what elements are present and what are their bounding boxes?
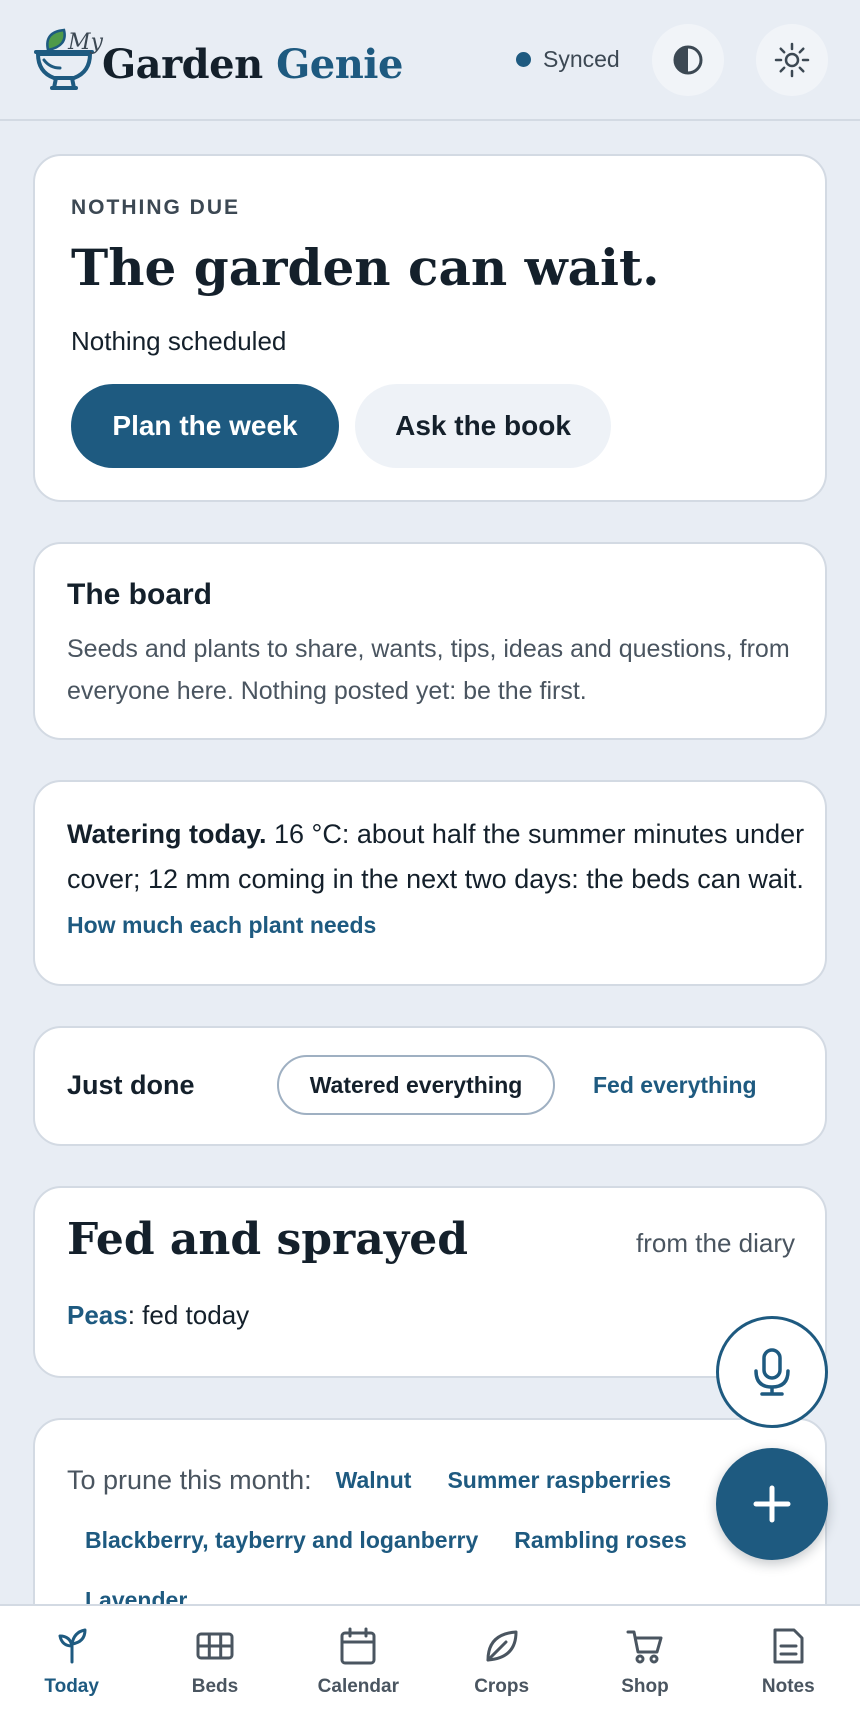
- app-header: My Garden Genie Synced: [0, 0, 860, 121]
- crop-link-peas[interactable]: Peas: [67, 1300, 128, 1330]
- nav-item-today[interactable]: Today: [0, 1606, 143, 1720]
- sync-dot-icon: [516, 52, 531, 67]
- sprout-icon: [58, 1628, 87, 1664]
- brightness-settings-button[interactable]: [756, 24, 828, 96]
- prune-label: To prune this month:: [67, 1464, 312, 1495]
- app-logo[interactable]: My Garden Genie: [34, 28, 403, 92]
- diary-entry: Peas: fed today: [67, 1300, 249, 1331]
- sync-status: Synced: [516, 46, 620, 73]
- nav-label: Beds: [191, 1676, 239, 1697]
- fed-sprayed-card: Fed and sprayed from the diary Peas: fed…: [33, 1186, 827, 1378]
- nav-label: Shop: [621, 1676, 669, 1697]
- nav-item-notes[interactable]: Notes: [717, 1606, 860, 1720]
- board-description: Seeds and plants to share, wants, tips, …: [67, 635, 790, 705]
- diary-source-label: from the diary: [636, 1228, 795, 1258]
- prune-item[interactable]: Summer raspberries: [429, 1467, 689, 1494]
- watering-lead: Watering today.: [67, 819, 267, 849]
- nav-label: Notes: [761, 1676, 815, 1697]
- just-done-card: Just done Watered everything Fed everyth…: [33, 1026, 827, 1146]
- logo-word-garden: Garden: [102, 41, 263, 88]
- sync-status-label: Synced: [543, 46, 620, 72]
- calendar-icon: [340, 1627, 376, 1665]
- plan-the-week-button[interactable]: Plan the week: [71, 384, 339, 468]
- board-title: The board: [67, 578, 213, 611]
- ask-the-book-button[interactable]: Ask the book: [355, 384, 611, 468]
- add-entry-button[interactable]: [716, 1448, 828, 1560]
- watered-everything-button[interactable]: Watered everything: [277, 1055, 555, 1115]
- diary-entry-text: : fed today: [127, 1300, 250, 1330]
- watering-text: Watering today. 16 °C: about half the su…: [67, 812, 807, 948]
- bottom-navigation: Today Beds Calendar Crops Shop Notes: [0, 1604, 860, 1720]
- today-summary-card: NOTHING DUE The garden can wait. Nothing…: [33, 154, 827, 502]
- just-done-label: Just done: [67, 1070, 195, 1100]
- prune-list: To prune this month: Walnut Summer raspb…: [67, 1450, 827, 1630]
- nav-label: Crops: [474, 1676, 530, 1697]
- note-icon: [773, 1628, 804, 1664]
- prune-item[interactable]: Rambling roses: [496, 1527, 705, 1554]
- due-status-kicker: NOTHING DUE: [71, 196, 240, 219]
- plus-icon: [753, 1485, 791, 1523]
- voice-note-button[interactable]: [716, 1316, 828, 1428]
- logo-my-text: My: [68, 30, 103, 55]
- microphone-icon: [754, 1348, 790, 1396]
- app-title: Garden Genie: [102, 41, 403, 88]
- hero-title: The garden can wait.: [71, 238, 660, 297]
- hero-subtitle: Nothing scheduled: [71, 326, 287, 356]
- prune-item[interactable]: Walnut: [336, 1467, 430, 1494]
- contrast-toggle-button[interactable]: [652, 24, 724, 96]
- sun-icon: [774, 42, 810, 78]
- leaf-icon: [486, 1630, 518, 1662]
- nav-item-calendar[interactable]: Calendar: [287, 1606, 430, 1720]
- grid-icon: [196, 1632, 234, 1660]
- watering-card: Watering today. 16 °C: about half the su…: [33, 780, 827, 986]
- nav-item-crops[interactable]: Crops: [430, 1606, 573, 1720]
- cart-icon: [626, 1630, 663, 1664]
- nav-label: Calendar: [317, 1676, 399, 1697]
- board-card[interactable]: The board Seeds and plants to share, wan…: [33, 542, 827, 740]
- contrast-icon: [673, 45, 703, 75]
- nav-item-beds[interactable]: Beds: [143, 1606, 286, 1720]
- watering-needs-link[interactable]: How much each plant needs: [67, 912, 376, 938]
- nav-item-shop[interactable]: Shop: [573, 1606, 716, 1720]
- fed-everything-button[interactable]: Fed everything: [593, 1072, 757, 1099]
- fed-sprayed-title: Fed and sprayed: [67, 1214, 469, 1265]
- nav-label: Today: [44, 1676, 99, 1697]
- logo-word-genie: Genie: [276, 41, 403, 88]
- prune-item[interactable]: Blackberry, tayberry and loganberry: [67, 1527, 496, 1554]
